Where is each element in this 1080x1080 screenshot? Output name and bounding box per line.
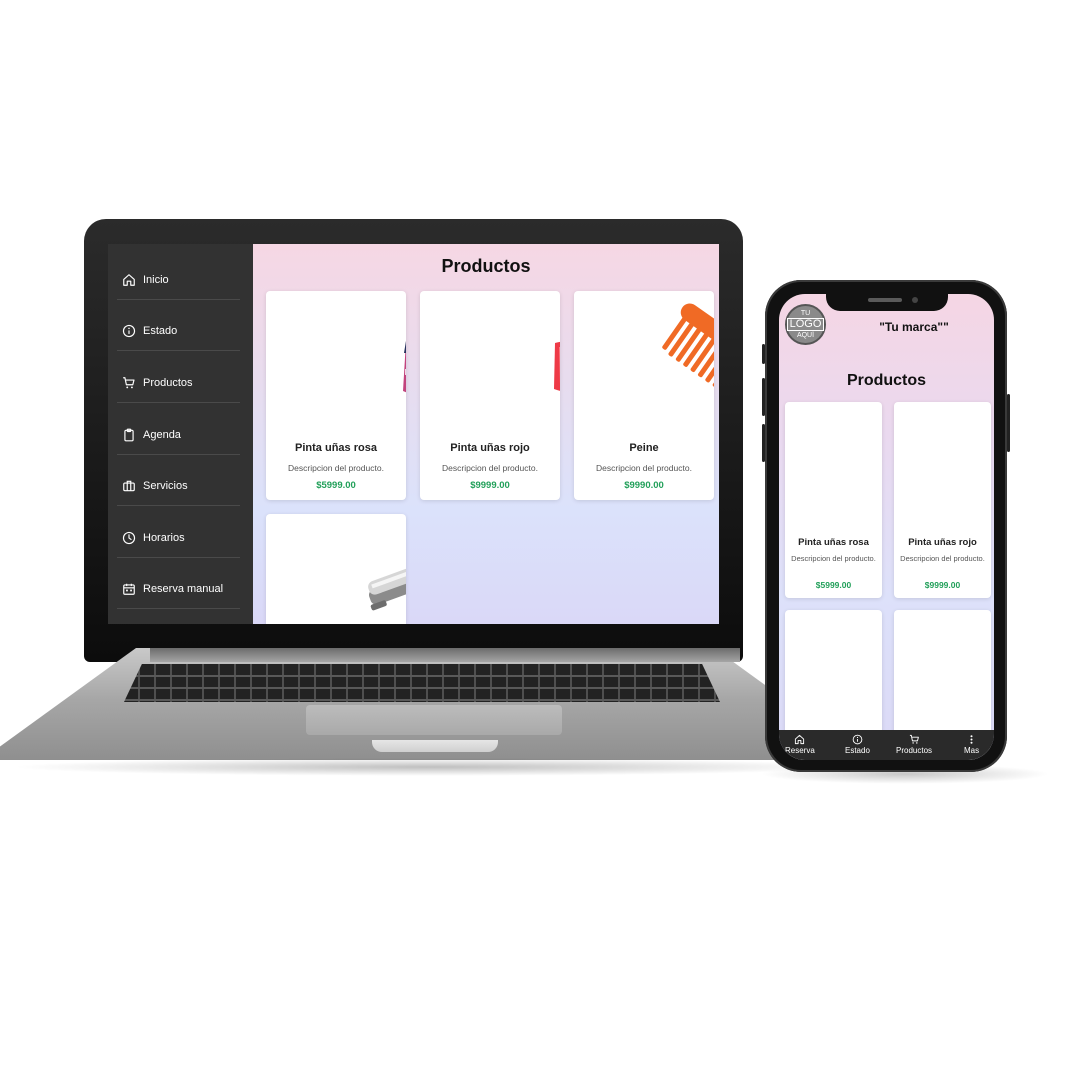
sidebar-item-agenda[interactable]: Agenda	[117, 415, 240, 455]
phone-side-button	[762, 344, 765, 364]
orange-comb-image	[574, 291, 714, 421]
logo-text-line: LOGO	[786, 318, 825, 331]
products-main: Productos Pinta uñas rosa Descripcion de…	[253, 244, 719, 624]
clipboard-icon	[122, 428, 136, 442]
phone-speaker	[868, 298, 902, 302]
product-card-comb[interactable]: Peine Descripcion del producto. $9990.00	[574, 291, 714, 500]
product-name: Pinta uñas rojo	[908, 537, 977, 548]
sidebar-item-inicio[interactable]: Inicio	[117, 260, 240, 300]
page-title: Productos	[846, 372, 927, 389]
nav-item-estado[interactable]: Estado	[845, 734, 870, 755]
calendar-icon	[122, 582, 136, 596]
page-title: Productos	[441, 256, 531, 276]
orange-comb-image	[785, 610, 882, 710]
sidebar-item-label: Horarios	[143, 531, 185, 544]
cart-icon	[122, 376, 136, 390]
product-card-pink-polish[interactable]: Pinta uñas rosa Descripcion del producto…	[266, 291, 406, 500]
laptop-keyboard	[124, 664, 720, 702]
logo-text-line: TU	[800, 310, 811, 317]
sidebar-item-estado[interactable]: Estado	[117, 311, 240, 351]
product-card-red-polish[interactable]: Pinta uñas rojo Descripcion del producto…	[420, 291, 560, 500]
phone-screen: TU LOGO AQUÍ "Tu marca"" Productos Pinta…	[779, 294, 994, 760]
sidebar-item-label: Inicio	[143, 273, 169, 286]
briefcase-icon	[122, 479, 136, 493]
sidebar-item-servicios[interactable]: Servicios	[117, 466, 240, 506]
laptop-trackpad	[306, 705, 562, 735]
bottom-nav: Reserva Estado Productos Mas	[779, 730, 994, 760]
product-description: Descripcion del producto.	[596, 463, 692, 473]
cart-icon	[909, 734, 920, 745]
product-card-red-polish[interactable]: Pinta uñas rojo Descripcion del producto…	[894, 402, 991, 598]
nav-item-label: Estado	[845, 746, 870, 755]
logo-text-line: AQUÍ	[796, 332, 815, 339]
phone-volume-down	[762, 424, 765, 462]
laptop-shadow	[10, 758, 850, 776]
product-description: Descripcion del producto.	[442, 463, 538, 473]
nav-item-mas[interactable]: Mas	[964, 734, 979, 755]
clock-icon	[122, 531, 136, 545]
phone-volume-up	[762, 378, 765, 416]
red-nail-polish-image	[894, 402, 991, 527]
product-description: Descripcion del producto.	[288, 463, 384, 473]
sidebar-item-label: Productos	[143, 376, 193, 389]
nav-item-productos[interactable]: Productos	[896, 734, 932, 755]
product-description: Descripcion del producto.	[900, 554, 985, 563]
product-price: $5999.00	[316, 480, 356, 491]
laptop-screen: Inicio Estado Productos Agenda Servicios…	[108, 244, 719, 624]
laptop-notch	[372, 740, 498, 752]
product-name: Peine	[629, 442, 659, 454]
product-description: Descripcion del producto.	[791, 554, 876, 563]
sidebar-item-label: Reserva manual	[143, 582, 224, 595]
nail-clipper-image	[266, 514, 406, 624]
sidebar-item-label: Estado	[143, 324, 178, 337]
product-name: Pinta uñas rojo	[450, 442, 530, 454]
info-icon	[852, 734, 863, 745]
red-nail-polish-image	[420, 291, 560, 421]
laptop-hinge	[150, 648, 740, 662]
product-card-pink-polish[interactable]: Pinta uñas rosa Descripcion del producto…	[785, 402, 882, 598]
pink-nail-polish-image	[785, 402, 882, 527]
nail-clipper-image	[894, 610, 991, 720]
product-card-nail-clipper[interactable]	[266, 514, 406, 624]
sidebar-item-reserva-manual[interactable]: Reserva manual	[117, 569, 240, 609]
brand-logo[interactable]: TU LOGO AQUÍ	[785, 304, 826, 345]
product-name: Pinta uñas rosa	[798, 537, 869, 548]
nav-item-label: Productos	[896, 746, 933, 755]
more-vertical-icon	[966, 734, 977, 745]
product-price: $9999.00	[924, 580, 961, 590]
sidebar-item-label: Agenda	[143, 428, 181, 441]
sidebar: Inicio Estado Productos Agenda Servicios…	[108, 244, 253, 624]
sidebar-item-productos[interactable]: Productos	[117, 363, 240, 403]
nav-item-label: Mas	[964, 746, 980, 755]
product-price: $9990.00	[624, 480, 664, 491]
info-icon	[122, 324, 136, 338]
product-price: $9999.00	[470, 480, 510, 491]
product-name: Pinta uñas rosa	[295, 442, 377, 454]
sidebar-item-label: Servicios	[143, 479, 188, 492]
phone-power-button	[1007, 394, 1010, 452]
phone-camera	[912, 297, 918, 303]
brand-name: "Tu marca""	[879, 320, 949, 334]
pink-nail-polish-image	[266, 291, 406, 421]
nav-item-label: Reserva	[785, 746, 815, 755]
sidebar-item-horarios[interactable]: Horarios	[117, 518, 240, 558]
home-icon	[794, 734, 805, 745]
nav-item-reserva[interactable]: Reserva	[785, 734, 815, 755]
home-icon	[122, 273, 136, 287]
product-price: $5999.00	[815, 580, 852, 590]
